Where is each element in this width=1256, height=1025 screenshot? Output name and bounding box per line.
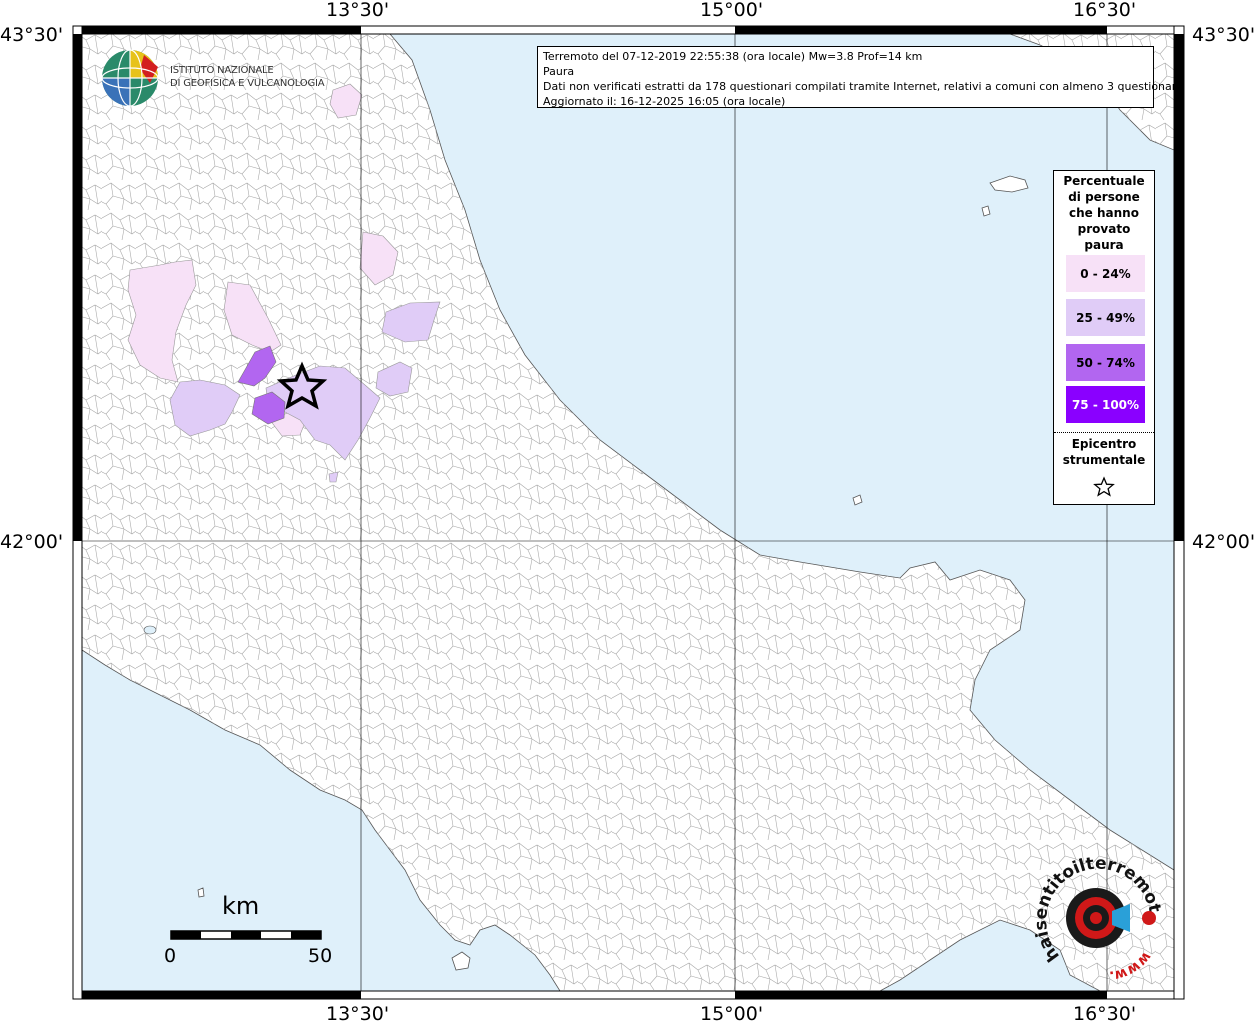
scale-unit: km (222, 892, 260, 920)
coord-bottom-lon-3: 16°30' (1073, 1003, 1137, 1025)
epicenter-label-line: Epicentro (1071, 437, 1137, 451)
coord-right-lat-2: 42°00' (1192, 531, 1256, 553)
coord-left-lat-2: 42°00' (0, 531, 64, 553)
legend-class-75-100: 75 - 100% (1066, 386, 1145, 423)
coord-top-lon-2: 15°00' (700, 0, 764, 21)
coord-top-lon-3: 16°30' (1073, 0, 1137, 21)
legend-class-25-49: 25 - 49% (1066, 299, 1145, 336)
institute-line-2: DI GEOFISICA E VULCANOLOGIA (170, 78, 325, 89)
coord-left-lat-1: 43°30' (0, 24, 64, 46)
data-note-line: Dati non verificati estratti da 178 ques… (543, 80, 1183, 93)
coord-bottom-lon-1: 13°30' (326, 1003, 390, 1025)
institute-line-1: ISTITUTO NAZIONALE (170, 65, 274, 76)
scale-bar: km 0 50 (160, 892, 340, 972)
legend-divider (1054, 432, 1154, 433)
legend-epicenter-label: Epicentro strumentale (1054, 436, 1154, 468)
scale-start: 0 (164, 945, 177, 967)
globe-icon (101, 49, 159, 107)
legend-title-line: di persone (1068, 190, 1140, 204)
scale-bar-graphic (170, 930, 322, 940)
legend: Percentuale di persone che hanno provato… (1053, 170, 1155, 505)
event-line: Terremoto del 07-12-2019 22:55:38 (ora l… (543, 50, 923, 63)
legend-title-line: che hanno (1069, 206, 1139, 220)
epicenter-label-line: strumentale (1062, 453, 1146, 467)
scale-end: 50 (308, 945, 333, 967)
legend-title-line: provato (1077, 222, 1131, 236)
map-type-line: Paura (543, 65, 575, 78)
coord-top-lon-1: 13°30' (326, 0, 390, 21)
svg-text:www.: www. (1108, 949, 1154, 984)
star-icon (1093, 476, 1115, 497)
legend-class-0-24: 0 - 24% (1066, 255, 1145, 292)
legend-title-line: paura (1084, 238, 1124, 252)
event-info-box: Terremoto del 07-12-2019 22:55:38 (ora l… (537, 46, 1183, 108)
legend-class-50-74: 50 - 74% (1066, 344, 1145, 381)
target-icon: haisentitoilterremoto.it www. (1030, 856, 1164, 984)
coord-bottom-lon-2: 15°00' (700, 1003, 764, 1025)
legend-title-line: Percentuale (1063, 174, 1145, 188)
legend-title: Percentuale di persone che hanno provato… (1054, 173, 1154, 253)
ingv-logo: ISTITUTO NAZIONALE DI GEOFISICA E VULCAN… (100, 47, 330, 109)
updated-line: Aggiornato il: 16-12-2025 16:05 (ora loc… (543, 95, 786, 108)
coord-right-lat-1: 43°30' (1192, 24, 1256, 46)
logo-bottom-text: www. (1108, 949, 1154, 984)
